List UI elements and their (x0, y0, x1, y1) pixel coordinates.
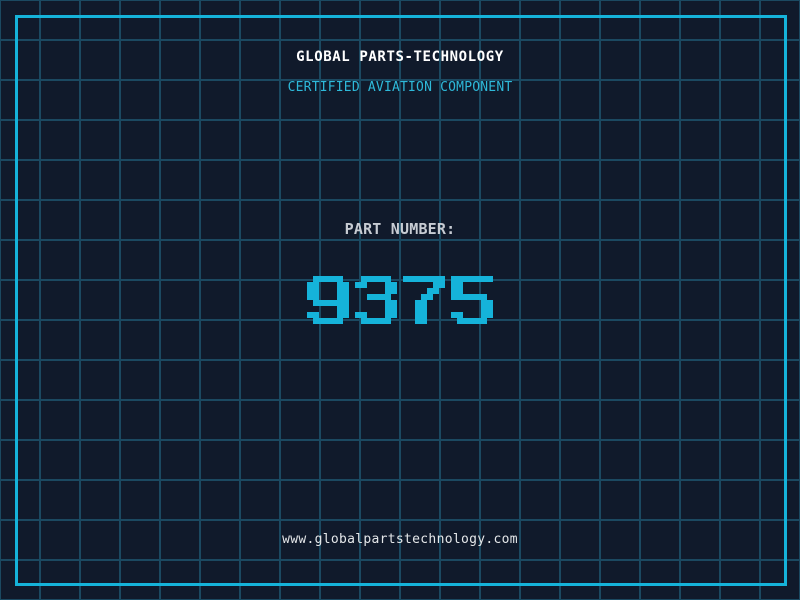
page-title: GLOBAL PARTS-TECHNOLOGY (296, 49, 504, 65)
page-subtitle: CERTIFIED AVIATION COMPONENT (287, 80, 513, 95)
part-number-digit (403, 276, 445, 324)
part-number-digit (307, 276, 349, 324)
part-number-digit (355, 276, 397, 324)
part-number-value (0, 276, 800, 324)
website-url: www.globalpartstechnology.com (282, 532, 518, 547)
part-number-digit (451, 276, 493, 324)
certificate-screen: GLOBAL PARTS-TECHNOLOGY CERTIFIED AVIATI… (0, 0, 800, 600)
part-number-label: PART NUMBER: (344, 220, 456, 238)
